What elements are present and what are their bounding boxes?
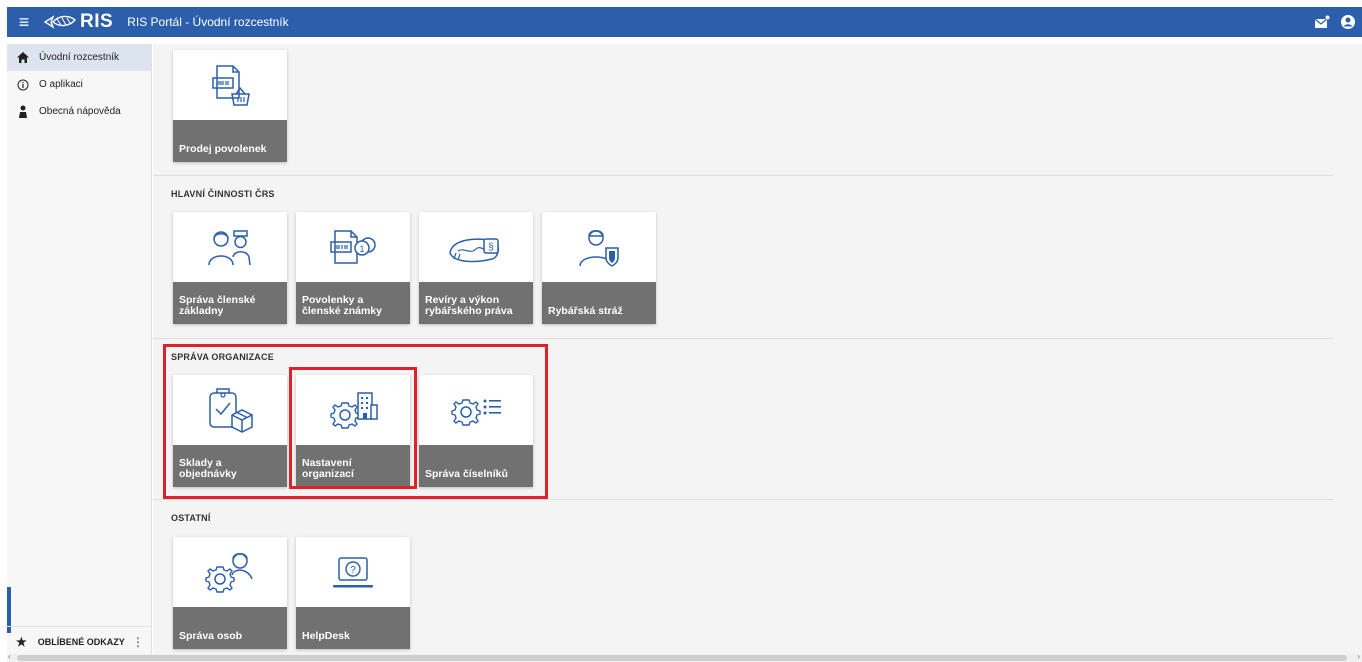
scroll-left-icon[interactable]: ‹ <box>8 652 11 661</box>
members-icon <box>173 212 287 282</box>
page-title: RIS Portál - Úvodní rozcestník <box>127 15 289 29</box>
tile-label: Prodej povolenek <box>173 120 287 162</box>
permits-stamps-icon: 1 <box>296 212 410 282</box>
tile-label: Správa osob <box>173 607 287 649</box>
section-divider <box>153 175 1333 176</box>
star-icon: ★ <box>16 634 27 649</box>
app-bar: ≡ RIS RIS Portál - Úvodní rozcestník <box>7 7 1362 37</box>
fishing-grounds-icon: § <box>419 212 533 282</box>
tile-povolenky-a-clenske-znamky[interactable]: 1 Povolenky a členské známky <box>296 212 410 324</box>
sidebar-item-about[interactable]: O aplikaci <box>7 71 151 98</box>
tile-sprava-osob[interactable]: Správa osob <box>173 537 287 649</box>
account-icon[interactable] <box>1338 12 1358 32</box>
sidebar: Úvodní rozcestník O aplikaci Obecná nápo… <box>7 44 152 662</box>
svg-text:1: 1 <box>359 244 364 254</box>
tile-label: HelpDesk <box>296 607 410 649</box>
favorites-bar[interactable]: ★ OBLÍBENÉ ODKAZY ⋮ <box>7 626 152 656</box>
logo-text: RIS <box>80 11 114 32</box>
sidebar-item-label: Obecná nápověda <box>39 106 121 117</box>
horizontal-scrollbar[interactable]: ‹ › <box>7 652 1362 662</box>
tile-reviry-a-vykon[interactable]: § Revíry a výkon rybářského práva <box>419 212 533 324</box>
section-divider <box>153 499 1333 500</box>
helpdesk-icon: ? <box>296 537 410 607</box>
tile-label: Povolenky a členské známky <box>296 282 410 324</box>
notification-mail-icon[interactable] <box>1312 12 1332 32</box>
top-bar-container: ≡ RIS RIS Portál - Úvodní rozcestník <box>0 0 1362 44</box>
sidebar-item-label: Úvodní rozcestník <box>39 52 120 63</box>
more-options-icon[interactable]: ⋮ <box>132 635 144 649</box>
section-divider <box>153 338 1333 339</box>
fish-logo-icon <box>43 15 76 29</box>
tile-prodej-povolenek[interactable]: Prodej povolenek <box>173 50 287 162</box>
section-title: HLAVNÍ ČINNOSTI ČRS <box>171 189 275 199</box>
hamburger-menu-icon[interactable]: ≡ <box>9 7 39 37</box>
svg-text:§: § <box>488 242 494 253</box>
sidebar-item-help[interactable]: Obecná nápověda <box>7 98 151 125</box>
tile-helpdesk[interactable]: ? HelpDesk <box>296 537 410 649</box>
permit-sale-icon <box>173 50 287 120</box>
ris-logo[interactable]: RIS <box>43 11 113 33</box>
help-person-icon <box>16 105 30 119</box>
tile-rybarska-straz[interactable]: Rybářská stráž <box>542 212 656 324</box>
scroll-right-icon[interactable]: › <box>1357 652 1360 661</box>
svg-text:?: ? <box>350 565 356 576</box>
scroll-thumb[interactable] <box>17 655 1347 661</box>
highlight-box-tile <box>289 367 417 489</box>
tile-label: Revíry a výkon rybářského práva <box>419 282 533 324</box>
tile-label: Správa členské základny <box>173 282 287 324</box>
info-icon <box>16 78 30 92</box>
tile-label: Rybářská stráž <box>542 282 656 324</box>
section-title: OSTATNÍ <box>171 513 211 523</box>
main-content: Prodej povolenek HLAVNÍ ČINNOSTI ČRS Spr… <box>153 44 1362 654</box>
sidebar-item-label: O aplikaci <box>39 79 83 90</box>
people-settings-icon <box>173 537 287 607</box>
fishing-guard-icon <box>542 212 656 282</box>
sidebar-item-home[interactable]: Úvodní rozcestník <box>7 44 151 71</box>
home-icon <box>16 51 30 65</box>
favorites-label: OBLÍBENÉ ODKAZY <box>37 636 125 647</box>
tile-sprava-clenske-zakladny[interactable]: Správa členské základny <box>173 212 287 324</box>
